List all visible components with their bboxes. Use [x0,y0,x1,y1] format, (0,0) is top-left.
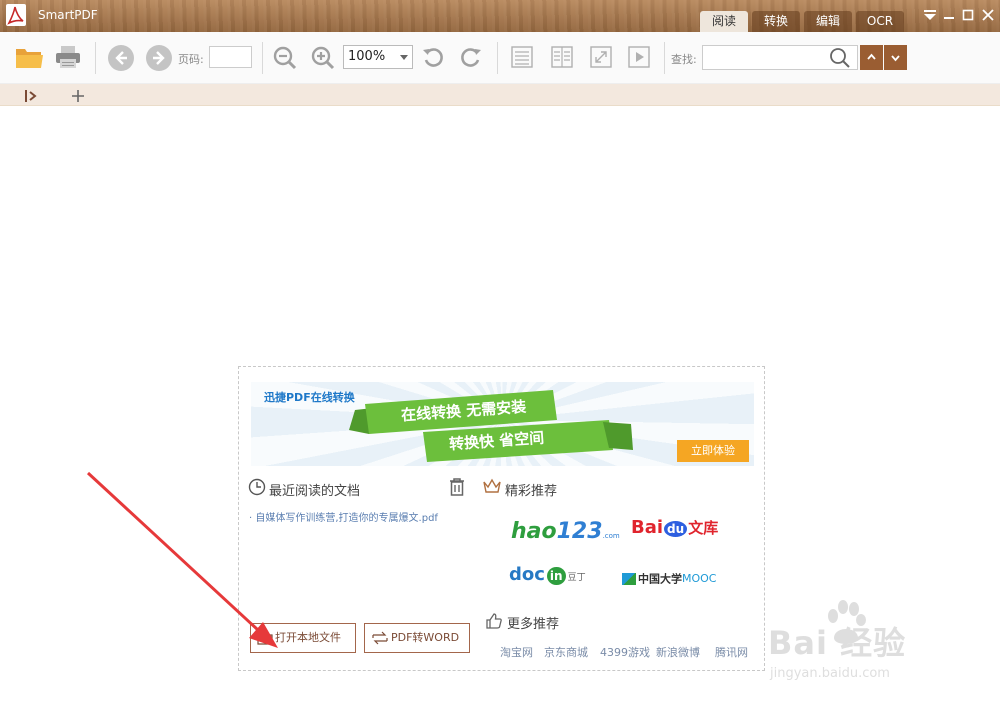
open-local-file-button[interactable]: 打开本地文件 [250,623,356,653]
search-prev-button[interactable] [860,45,883,70]
search-icon[interactable] [829,47,851,73]
thumbs-up-icon [485,612,503,634]
next-page-icon[interactable] [145,44,173,76]
zoom-in-icon[interactable] [310,45,336,75]
tab-convert[interactable]: 转换 [752,11,800,32]
crown-icon [483,478,501,498]
menu-dropdown-icon[interactable] [921,6,939,24]
rotate-right-icon[interactable] [459,45,483,73]
zoom-select[interactable]: 100% [343,45,413,69]
search-next-button[interactable] [884,45,907,70]
two-page-icon[interactable] [551,46,573,72]
featured-heading: 精彩推荐 [505,484,558,499]
mooc-logo[interactable]: 中国大学MOOC [622,568,734,590]
start-panel: 迅捷PDF在线转换 在线转换 无需安装 转换快 省空间 立即体验 最近阅读的文档… [238,366,765,671]
promo-banner[interactable]: 迅捷PDF在线转换 在线转换 无需安装 转换快 省空间 立即体验 [251,382,754,466]
banner-title: 迅捷PDF在线转换 [264,391,355,404]
tab-read[interactable]: 阅读 [700,11,748,32]
sidebar-toggle-icon[interactable] [24,88,38,107]
link-4399[interactable]: 4399游戏 [600,644,650,660]
fullscreen-icon[interactable] [590,46,612,72]
link-taobao[interactable]: 淘宝网 [500,644,533,660]
minimize-icon[interactable] [940,6,958,24]
new-tab-icon[interactable] [71,88,85,107]
page-label: 页码: [178,53,204,66]
docin-logo[interactable]: doc in 豆丁 [509,564,609,592]
open-folder-icon[interactable] [14,43,44,75]
close-icon[interactable] [979,6,997,24]
tab-ocr[interactable]: OCR [856,11,904,32]
title-bar: SmartPDF 阅读 转换 编辑 OCR [0,0,1000,32]
watermark-sub-text: jingyan.baidu.com [770,666,890,681]
document-tab-strip [0,84,1000,106]
baidu-wenku-logo[interactable]: Bai du 文库 [631,517,731,549]
recent-file-item[interactable]: · 自媒体写作训练营,打造你的专属爆文.pdf [249,509,438,524]
single-page-icon[interactable] [511,46,533,72]
toolbar-divider [664,42,665,74]
try-now-button[interactable]: 立即体验 [677,440,749,462]
prev-page-icon[interactable] [107,44,135,76]
zoom-out-icon[interactable] [272,45,298,75]
print-icon[interactable] [54,43,82,75]
page-number-input[interactable] [209,46,252,68]
link-qq[interactable]: 腾讯网 [715,644,748,660]
tab-edit[interactable]: 编辑 [804,11,852,32]
recent-file-name: 自媒体写作训练营,打造你的专属爆文.pdf [255,513,438,524]
folder-icon [257,632,273,645]
baidu-jingyan-watermark: Bai 经验 jingyan.baidu.com [766,600,996,700]
toolbar-divider [497,42,498,74]
link-weibo[interactable]: 新浪微博 [656,644,700,660]
maximize-icon[interactable] [959,6,977,24]
app-title: SmartPDF [38,8,98,22]
slideshow-icon[interactable] [628,46,650,72]
mooc-icon [622,572,636,585]
convert-icon [372,631,388,645]
hao123-logo[interactable]: hao123.com [511,519,620,549]
rotate-left-icon[interactable] [421,45,445,73]
toolbar: 页码: 100% 查找: [0,32,1000,84]
chevron-down-icon [400,55,408,60]
more-heading: 更多推荐 [507,617,560,632]
toolbar-divider [95,42,96,74]
watermark-main-text: Bai 经验 [768,624,907,662]
pdf-to-word-button[interactable]: PDF转WORD [364,623,470,653]
find-label: 查找: [671,53,697,66]
app-logo-icon [6,4,26,26]
zoom-value: 100% [348,49,386,64]
app-window: SmartPDF 阅读 转换 编辑 OCR 页码: 100% 查找: 迅捷PDF… [0,0,1000,713]
trash-icon[interactable] [448,477,466,501]
toolbar-divider [262,42,263,74]
recent-heading: 最近阅读的文档 [269,484,361,499]
link-jd[interactable]: 京东商城 [544,644,588,660]
clock-icon [248,478,266,500]
